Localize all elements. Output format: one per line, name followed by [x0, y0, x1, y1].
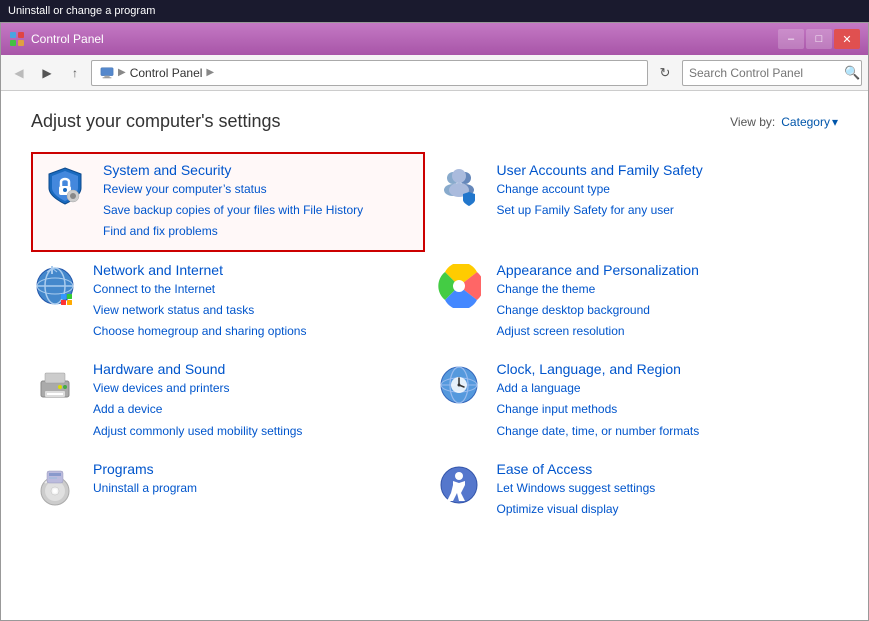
hardware-link-2[interactable]: Adjust commonly used mobility settings: [93, 422, 302, 441]
network-link-0[interactable]: Connect to the Internet: [93, 280, 306, 299]
category-programs: Programs Uninstall a program: [31, 451, 435, 529]
network-link-1[interactable]: View network status and tasks: [93, 301, 306, 320]
back-button[interactable]: ◀: [7, 61, 31, 85]
appearance-link-1[interactable]: Change desktop background: [497, 301, 699, 320]
system-security-link-1[interactable]: Save backup copies of your files with Fi…: [103, 201, 363, 220]
ease-access-text: Ease of Access Let Windows suggest setti…: [497, 461, 656, 519]
category-hardware: Hardware and Sound View devices and prin…: [31, 351, 435, 451]
category-ease-access: Ease of Access Let Windows suggest setti…: [435, 451, 839, 529]
appearance-link-0[interactable]: Change the theme: [497, 280, 699, 299]
user-accounts-name[interactable]: User Accounts and Family Safety: [497, 162, 703, 178]
title-bar-title: Control Panel: [31, 32, 104, 46]
categories-grid: System and Security Review your computer…: [31, 152, 838, 529]
view-by: View by: Category ▾: [730, 115, 838, 129]
taskbar-label: Uninstall or change a program: [8, 5, 155, 17]
user-accounts-link-1[interactable]: Set up Family Safety for any user: [497, 201, 703, 220]
hardware-link-0[interactable]: View devices and printers: [93, 379, 302, 398]
category-network: Network and Internet Connect to the Inte…: [31, 252, 435, 352]
appearance-link-2[interactable]: Adjust screen resolution: [497, 322, 699, 341]
minimize-button[interactable]: –: [778, 29, 804, 49]
hardware-text: Hardware and Sound View devices and prin…: [93, 361, 302, 441]
title-bar-controls: – □ ✕: [778, 29, 860, 49]
appearance-text: Appearance and Personalization Change th…: [497, 262, 699, 342]
search-button[interactable]: 🔍: [844, 65, 860, 81]
appearance-icon: [435, 262, 483, 310]
system-security-link-2[interactable]: Find and fix problems: [103, 222, 363, 241]
close-button[interactable]: ✕: [834, 29, 860, 49]
network-name[interactable]: Network and Internet: [93, 262, 306, 278]
ease-access-name[interactable]: Ease of Access: [497, 461, 656, 477]
programs-icon: [31, 461, 79, 509]
maximize-button[interactable]: □: [806, 29, 832, 49]
network-icon: [31, 262, 79, 310]
viewby-value: Category: [781, 115, 830, 129]
ease-access-link-1[interactable]: Optimize visual display: [497, 500, 656, 519]
hardware-icon: [31, 361, 79, 409]
hardware-link-1[interactable]: Add a device: [93, 400, 302, 419]
title-bar: Control Panel – □ ✕: [1, 23, 868, 55]
path-computer-icon: [100, 66, 114, 80]
up-button[interactable]: ↑: [63, 61, 87, 85]
path-segment: Control Panel: [130, 66, 203, 80]
system-security-text: System and Security Review your computer…: [103, 162, 363, 242]
programs-name[interactable]: Programs: [93, 461, 197, 477]
forward-button[interactable]: ▶: [35, 61, 59, 85]
network-link-2[interactable]: Choose homegroup and sharing options: [93, 322, 306, 341]
address-bar: ◀ ▶ ↑ ▶ Control Panel ▶ ↻ 🔍: [1, 55, 868, 91]
clock-name[interactable]: Clock, Language, and Region: [497, 361, 700, 377]
network-text: Network and Internet Connect to the Inte…: [93, 262, 306, 342]
path-arrow-1: ▶: [118, 67, 126, 78]
header-row: Adjust your computer's settings View by:…: [31, 111, 838, 132]
taskbar: Uninstall or change a program: [0, 0, 869, 22]
user-accounts-link-0[interactable]: Change account type: [497, 180, 703, 199]
ease-access-icon: [435, 461, 483, 509]
title-bar-left: Control Panel: [9, 31, 104, 47]
programs-text: Programs Uninstall a program: [93, 461, 197, 498]
control-panel-window: Control Panel – □ ✕ ◀ ▶ ↑ ▶ Control Pane…: [0, 22, 869, 621]
search-box[interactable]: 🔍: [682, 60, 862, 86]
user-accounts-text: User Accounts and Family Safety Change a…: [497, 162, 703, 220]
category-system-security: System and Security Review your computer…: [31, 152, 425, 252]
clock-icon: [435, 361, 483, 409]
page-title: Adjust your computer's settings: [31, 111, 281, 132]
window-icon: [9, 31, 25, 47]
user-accounts-icon: [435, 162, 483, 210]
clock-text: Clock, Language, and Region Add a langua…: [497, 361, 700, 441]
clock-link-1[interactable]: Change input methods: [497, 400, 700, 419]
address-path[interactable]: ▶ Control Panel ▶: [91, 60, 648, 86]
path-arrow-2: ▶: [206, 67, 214, 78]
main-content: Adjust your computer's settings View by:…: [1, 91, 868, 620]
viewby-arrow: ▾: [832, 115, 838, 129]
ease-access-link-0[interactable]: Let Windows suggest settings: [497, 479, 656, 498]
category-clock: Clock, Language, and Region Add a langua…: [435, 351, 839, 451]
category-user-accounts: User Accounts and Family Safety Change a…: [435, 152, 839, 252]
search-input[interactable]: [689, 66, 844, 80]
category-appearance: Appearance and Personalization Change th…: [435, 252, 839, 352]
system-security-name[interactable]: System and Security: [103, 162, 363, 178]
programs-link-0[interactable]: Uninstall a program: [93, 479, 197, 498]
appearance-name[interactable]: Appearance and Personalization: [497, 262, 699, 278]
system-security-link-0[interactable]: Review your computer’s status: [103, 180, 363, 199]
system-security-icon: [41, 162, 89, 210]
clock-link-2[interactable]: Change date, time, or number formats: [497, 422, 700, 441]
hardware-name[interactable]: Hardware and Sound: [93, 361, 302, 377]
refresh-button[interactable]: ↻: [652, 60, 678, 86]
viewby-dropdown[interactable]: Category ▾: [781, 115, 838, 129]
viewby-label: View by:: [730, 115, 775, 129]
clock-link-0[interactable]: Add a language: [497, 379, 700, 398]
